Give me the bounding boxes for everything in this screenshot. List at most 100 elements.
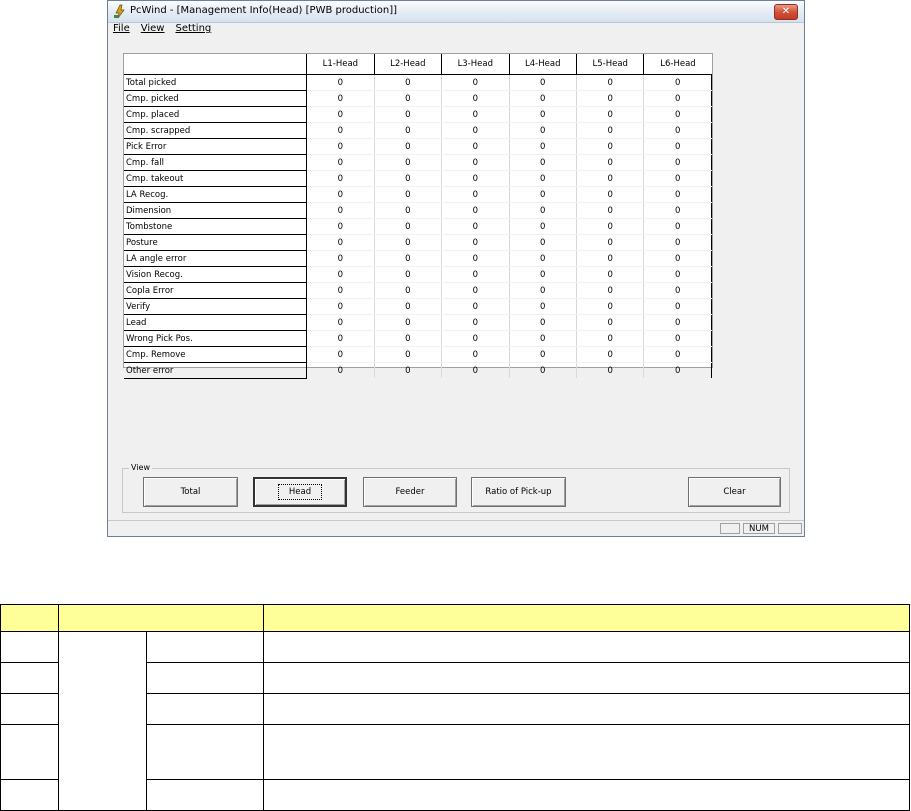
head-button[interactable]: Head xyxy=(253,477,347,507)
grid-cell[interactable]: 0 xyxy=(643,330,712,347)
grid-cell[interactable]: 0 xyxy=(509,362,577,379)
menu-file[interactable]: File xyxy=(113,23,130,38)
grid-cell[interactable]: 0 xyxy=(441,90,510,107)
grid-cell[interactable]: 0 xyxy=(374,250,443,267)
grid-cell[interactable]: 0 xyxy=(509,282,577,299)
grid-cell[interactable]: 0 xyxy=(643,282,712,299)
grid-cell[interactable]: 0 xyxy=(306,250,375,267)
grid-cell[interactable]: 0 xyxy=(374,74,443,91)
grid-cell[interactable]: 0 xyxy=(306,346,375,363)
grid-cell[interactable]: 0 xyxy=(374,282,443,299)
grid-cell[interactable]: 0 xyxy=(576,250,645,267)
grid-cell[interactable]: 0 xyxy=(306,218,375,235)
grid-cell[interactable]: 0 xyxy=(643,234,712,251)
total-button[interactable]: Total xyxy=(143,477,238,507)
grid-cell[interactable]: 0 xyxy=(643,106,712,123)
grid-cell[interactable]: 0 xyxy=(643,90,712,107)
grid-cell[interactable]: 0 xyxy=(441,202,510,219)
grid-cell[interactable]: 0 xyxy=(306,74,375,91)
grid-cell[interactable]: 0 xyxy=(509,218,577,235)
grid-cell[interactable]: 0 xyxy=(441,250,510,267)
grid-cell[interactable]: 0 xyxy=(643,362,712,379)
grid-cell[interactable]: 0 xyxy=(306,202,375,219)
grid-cell[interactable]: 0 xyxy=(643,346,712,363)
grid-cell[interactable]: 0 xyxy=(374,362,443,379)
grid-cell[interactable]: 0 xyxy=(306,106,375,123)
grid-cell[interactable]: 0 xyxy=(441,106,510,123)
grid-cell[interactable]: 0 xyxy=(306,314,375,331)
grid-cell[interactable]: 0 xyxy=(576,234,645,251)
grid-cell[interactable]: 0 xyxy=(576,138,645,155)
grid-cell[interactable]: 0 xyxy=(374,122,443,139)
grid-cell[interactable]: 0 xyxy=(643,122,712,139)
grid-cell[interactable]: 0 xyxy=(643,202,712,219)
ratio-of-pickup-button[interactable]: Ratio of Pick-up xyxy=(471,477,566,507)
grid-cell[interactable]: 0 xyxy=(374,154,443,171)
grid-cell[interactable]: 0 xyxy=(509,266,577,283)
grid-cell[interactable]: 0 xyxy=(643,314,712,331)
grid-cell[interactable]: 0 xyxy=(576,282,645,299)
grid-cell[interactable]: 0 xyxy=(374,170,443,187)
grid-cell[interactable]: 0 xyxy=(643,170,712,187)
grid-cell[interactable]: 0 xyxy=(306,266,375,283)
grid-cell[interactable]: 0 xyxy=(306,282,375,299)
grid-cell[interactable]: 0 xyxy=(509,138,577,155)
grid-cell[interactable]: 0 xyxy=(374,346,443,363)
head-info-grid[interactable]: L1-Head L2-Head L3-Head L4-Head L5-Head L6-He… xyxy=(123,53,713,379)
grid-cell[interactable]: 0 xyxy=(374,186,443,203)
close-button[interactable]: ✕ xyxy=(774,4,798,20)
grid-cell[interactable]: 0 xyxy=(374,266,443,283)
grid-cell[interactable]: 0 xyxy=(306,154,375,171)
grid-cell[interactable]: 0 xyxy=(576,266,645,283)
grid-cell[interactable]: 0 xyxy=(576,346,645,363)
grid-cell[interactable]: 0 xyxy=(643,266,712,283)
grid-cell[interactable]: 0 xyxy=(441,346,510,363)
grid-cell[interactable]: 0 xyxy=(441,330,510,347)
grid-cell[interactable]: 0 xyxy=(576,90,645,107)
grid-cell[interactable]: 0 xyxy=(441,266,510,283)
grid-cell[interactable]: 0 xyxy=(509,154,577,171)
grid-cell[interactable]: 0 xyxy=(374,298,443,315)
grid-cell[interactable]: 0 xyxy=(374,330,443,347)
grid-cell[interactable]: 0 xyxy=(509,90,577,107)
grid-cell[interactable]: 0 xyxy=(306,122,375,139)
grid-cell[interactable]: 0 xyxy=(509,106,577,123)
grid-cell[interactable]: 0 xyxy=(576,74,645,91)
grid-cell[interactable]: 0 xyxy=(441,298,510,315)
grid-cell[interactable]: 0 xyxy=(306,362,375,379)
grid-cell[interactable]: 0 xyxy=(306,298,375,315)
grid-cell[interactable]: 0 xyxy=(576,154,645,171)
grid-cell[interactable]: 0 xyxy=(576,298,645,315)
grid-cell[interactable]: 0 xyxy=(643,250,712,267)
grid-cell[interactable]: 0 xyxy=(643,74,712,91)
grid-cell[interactable]: 0 xyxy=(306,90,375,107)
menu-setting[interactable]: Setting xyxy=(175,23,211,38)
grid-cell[interactable]: 0 xyxy=(509,250,577,267)
menu-view[interactable]: View xyxy=(141,23,165,38)
grid-cell[interactable]: 0 xyxy=(643,154,712,171)
grid-cell[interactable]: 0 xyxy=(509,186,577,203)
grid-cell[interactable]: 0 xyxy=(576,170,645,187)
grid-cell[interactable]: 0 xyxy=(441,362,510,379)
grid-cell[interactable]: 0 xyxy=(306,138,375,155)
grid-cell[interactable]: 0 xyxy=(576,330,645,347)
grid-cell[interactable]: 0 xyxy=(509,234,577,251)
grid-cell[interactable]: 0 xyxy=(441,74,510,91)
grid-cell[interactable]: 0 xyxy=(441,234,510,251)
grid-cell[interactable]: 0 xyxy=(374,138,443,155)
grid-cell[interactable]: 0 xyxy=(374,90,443,107)
grid-cell[interactable]: 0 xyxy=(374,106,443,123)
grid-cell[interactable]: 0 xyxy=(306,330,375,347)
grid-cell[interactable]: 0 xyxy=(509,74,577,91)
grid-cell[interactable]: 0 xyxy=(441,138,510,155)
grid-cell[interactable]: 0 xyxy=(643,298,712,315)
grid-cell[interactable]: 0 xyxy=(576,122,645,139)
grid-cell[interactable]: 0 xyxy=(509,122,577,139)
grid-cell[interactable]: 0 xyxy=(441,154,510,171)
grid-cell[interactable]: 0 xyxy=(441,218,510,235)
grid-cell[interactable]: 0 xyxy=(576,362,645,379)
grid-cell[interactable]: 0 xyxy=(374,314,443,331)
grid-cell[interactable]: 0 xyxy=(576,202,645,219)
grid-cell[interactable]: 0 xyxy=(441,122,510,139)
clear-button[interactable]: Clear xyxy=(688,477,781,507)
